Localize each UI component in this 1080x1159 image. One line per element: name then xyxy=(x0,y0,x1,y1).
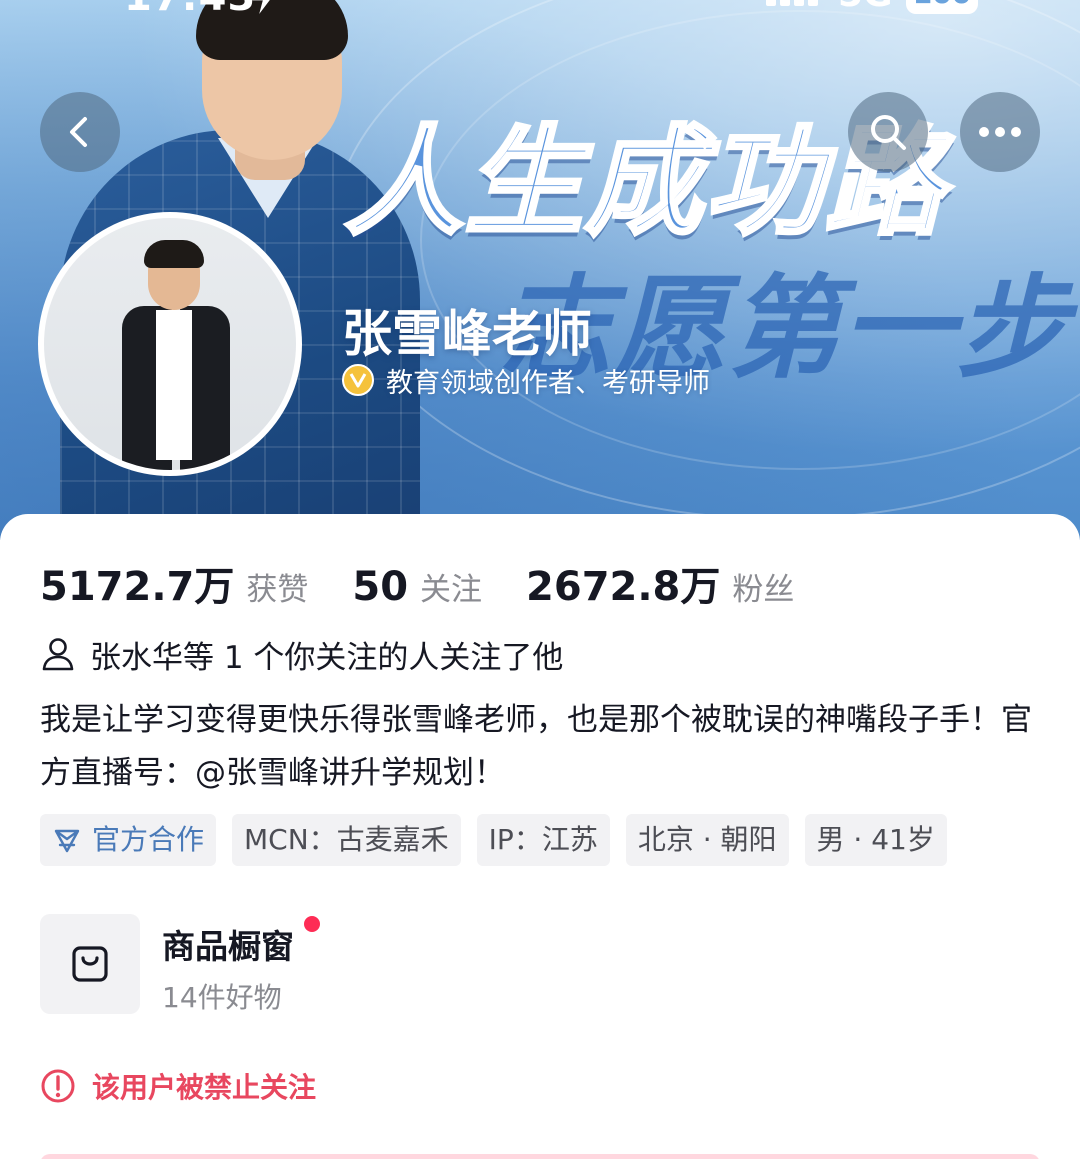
shopping-bag-icon xyxy=(40,914,140,1014)
tag-mcn[interactable]: MCN：古麦嘉禾 xyxy=(232,814,461,866)
bio-text: 我是让学习变得更快乐得张雪峰老师，也是那个被耽误的神嘴段子手！官方直播号：@张雪… xyxy=(40,702,1032,791)
notification-dot xyxy=(304,916,320,932)
battery-icon: 100 xyxy=(906,0,978,14)
mutual-followers[interactable]: 张水华等 1 个你关注的人关注了他 xyxy=(40,632,563,676)
stat-value: 5172.7万 xyxy=(40,564,235,610)
stat-value: 50 xyxy=(352,564,409,610)
network-type: 5G xyxy=(838,0,893,15)
status-time: 17:43 xyxy=(124,0,256,20)
stat-likes[interactable]: 5172.7万 获赞 xyxy=(40,554,308,612)
tag-row: 官方合作 MCN：古麦嘉禾 IP：江苏 北京 · 朝阳 男 · 41岁 xyxy=(40,814,963,866)
tag-official-label: 官方合作 xyxy=(92,823,205,856)
chevron-left-icon xyxy=(70,117,87,147)
verification-row: 教育领域创作者、考研导师 xyxy=(342,362,710,399)
tag-location: 北京 · 朝阳 xyxy=(625,814,789,866)
signal-icon xyxy=(766,0,822,12)
warning-icon xyxy=(41,1069,75,1103)
search-button[interactable] xyxy=(848,92,928,172)
more-button[interactable] xyxy=(960,92,1040,172)
more-icon xyxy=(979,127,1021,137)
avatar[interactable] xyxy=(38,212,302,476)
mutual-followers-text: 张水华等 1 个你关注的人关注了他 xyxy=(90,639,564,676)
verification-text: 教育领域创作者、考研导师 xyxy=(386,367,710,399)
search-icon xyxy=(871,115,906,150)
back-button[interactable] xyxy=(40,92,120,172)
verified-badge-icon xyxy=(342,364,374,396)
avatar-photo xyxy=(44,218,296,470)
status-bar: 17:43 5G 100 xyxy=(0,0,1080,24)
product-showcase[interactable]: 商品橱窗 14件好物 xyxy=(40,914,640,1018)
user-icon xyxy=(42,638,74,671)
stat-label: 获赞 xyxy=(246,572,309,608)
stat-followers[interactable]: 2672.8万 粉丝 xyxy=(526,554,794,612)
tag-official-cooperation[interactable]: 官方合作 xyxy=(40,814,217,866)
stat-label: 关注 xyxy=(420,572,483,608)
tag-ip: IP：江苏 xyxy=(476,814,610,866)
profile-name: 张雪峰老师 xyxy=(342,305,592,363)
cooperation-icon xyxy=(54,829,80,853)
follow-banned-text: 该用户被禁止关注 xyxy=(92,1071,317,1104)
tag-gender-age: 男 · 41岁 xyxy=(804,814,947,866)
profile-header: 人生成功路 志愿第一步 17:43 5G 100 xyxy=(0,0,1080,540)
bottom-action-bar[interactable] xyxy=(40,1154,1040,1159)
stats-row: 5172.7万 获赞 50 关注 2672.8万 粉丝 xyxy=(40,554,838,610)
showcase-count: 14件好物 xyxy=(162,981,282,1014)
follow-banned-notice: 该用户被禁止关注 xyxy=(40,1066,316,1106)
showcase-title: 商品橱窗 xyxy=(162,927,294,966)
stat-value: 2672.8万 xyxy=(526,564,721,610)
profile-content: 5172.7万 获赞 50 关注 2672.8万 粉丝 张水华等 1 个你关注的… xyxy=(0,514,1080,1159)
stat-following[interactable]: 50 关注 xyxy=(352,564,482,610)
stat-label: 粉丝 xyxy=(732,572,795,608)
